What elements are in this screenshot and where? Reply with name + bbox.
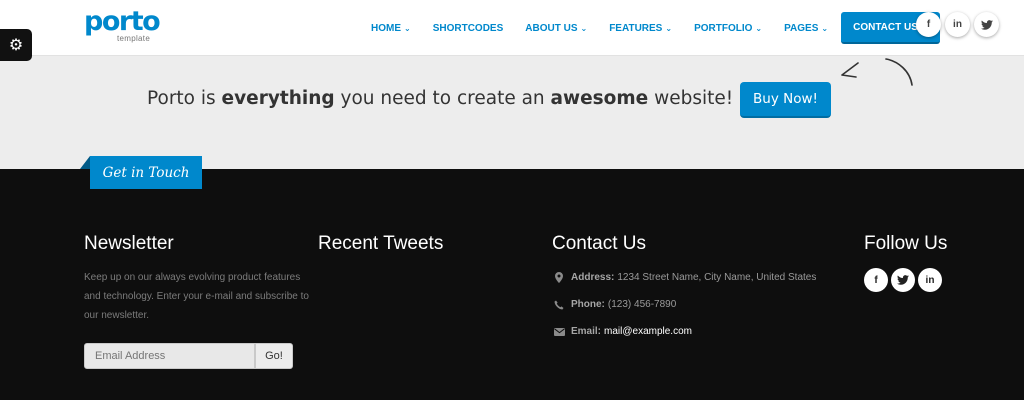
cta-text-bold: awesome [550, 88, 649, 109]
cta-text-part: you need to create an [334, 88, 551, 109]
logo-tagline: template [117, 34, 151, 43]
nav-portfolio[interactable]: PORTFOLIO ⌄ [683, 12, 773, 44]
nav-about-us[interactable]: ABOUT US ⌄ [514, 12, 598, 44]
follow-us-title: Follow Us [864, 233, 948, 254]
gears-icon: ⚙ [8, 37, 24, 54]
chevron-down-icon: ⌄ [821, 23, 829, 33]
nav-pages[interactable]: PAGES ⌄ [773, 12, 839, 44]
recent-tweets-title: Recent Tweets [318, 233, 444, 254]
phone-value: (123) 456-7890 [607, 299, 677, 310]
newsletter-title: Newsletter [84, 233, 174, 254]
nav-shortcodes[interactable]: SHORTCODES [422, 12, 515, 44]
logo[interactable]: porto template [84, 6, 161, 44]
footer-social-links: f in [864, 268, 942, 292]
contact-us-title: Contact Us [552, 233, 646, 254]
map-marker-icon [553, 272, 565, 283]
nav-home[interactable]: HOME ⌄ [360, 12, 422, 44]
chevron-down-icon: ⌄ [580, 23, 588, 33]
nav-features[interactable]: FEATURES ⌄ [598, 12, 683, 44]
nav-pages-label: PAGES [784, 22, 819, 34]
cta-text-bold: everything [221, 88, 335, 109]
cta-text: Porto is everything you need to create a… [147, 88, 733, 109]
address-value: 1234 Street Name, City Name, United Stat… [617, 272, 817, 283]
facebook-icon[interactable]: f [916, 12, 941, 37]
site-header: porto template HOME ⌄ SHORTCODES ABOUT US… [0, 0, 1024, 56]
nav-home-label: HOME [371, 22, 401, 34]
main-nav: HOME ⌄ SHORTCODES ABOUT US ⌄ FEATURES ⌄ POR… [360, 12, 940, 44]
curved-arrow-icon [841, 58, 913, 86]
facebook-icon[interactable]: f [864, 268, 888, 292]
email-link[interactable]: mail@example.com [604, 326, 692, 337]
envelope-icon [553, 327, 565, 336]
twitter-icon[interactable] [891, 268, 915, 292]
cta-text-part: Porto is [147, 88, 222, 109]
nav-portfolio-label: PORTFOLIO [694, 22, 753, 34]
style-switcher-toggle[interactable]: ⚙ [0, 29, 32, 61]
nav-shortcodes-label: SHORTCODES [432, 22, 504, 34]
logo-name: porto [84, 6, 161, 37]
chevron-down-icon: ⌄ [755, 23, 763, 33]
go-button[interactable]: Go! [255, 343, 293, 369]
contact-address: Address: 1234 Street Name, City Name, Un… [553, 272, 816, 283]
chevron-down-icon: ⌄ [665, 23, 673, 33]
address-label: Address: [571, 272, 615, 283]
linkedin-icon[interactable]: in [945, 12, 970, 37]
newsletter-text: Keep up on our always evolving product f… [84, 272, 309, 321]
phone-label: Phone: [571, 299, 605, 310]
call-to-action: Porto is everything you need to create a… [0, 57, 1024, 169]
phone-icon [553, 300, 565, 310]
nav-about-us-label: ABOUT US [525, 22, 578, 34]
nav-features-label: FEATURES [609, 22, 663, 34]
email-address-input[interactable] [84, 343, 255, 369]
ribbon-fold [80, 156, 90, 169]
header-social-links: f in [916, 12, 999, 37]
nav-contact-us-label: CONTACT US [853, 21, 918, 33]
twitter-icon[interactable] [974, 12, 999, 37]
contact-email: Email: mail@example.com [553, 326, 692, 337]
email-label: Email: [571, 326, 602, 337]
buy-now-button[interactable]: Buy Now! [740, 82, 831, 118]
contact-phone: Phone: (123) 456-7890 [553, 299, 676, 310]
cta-text-part: website! [648, 88, 734, 109]
get-in-touch-ribbon: Get in Touch [90, 156, 202, 189]
linkedin-icon[interactable]: in [918, 268, 942, 292]
chevron-down-icon: ⌄ [404, 23, 411, 33]
